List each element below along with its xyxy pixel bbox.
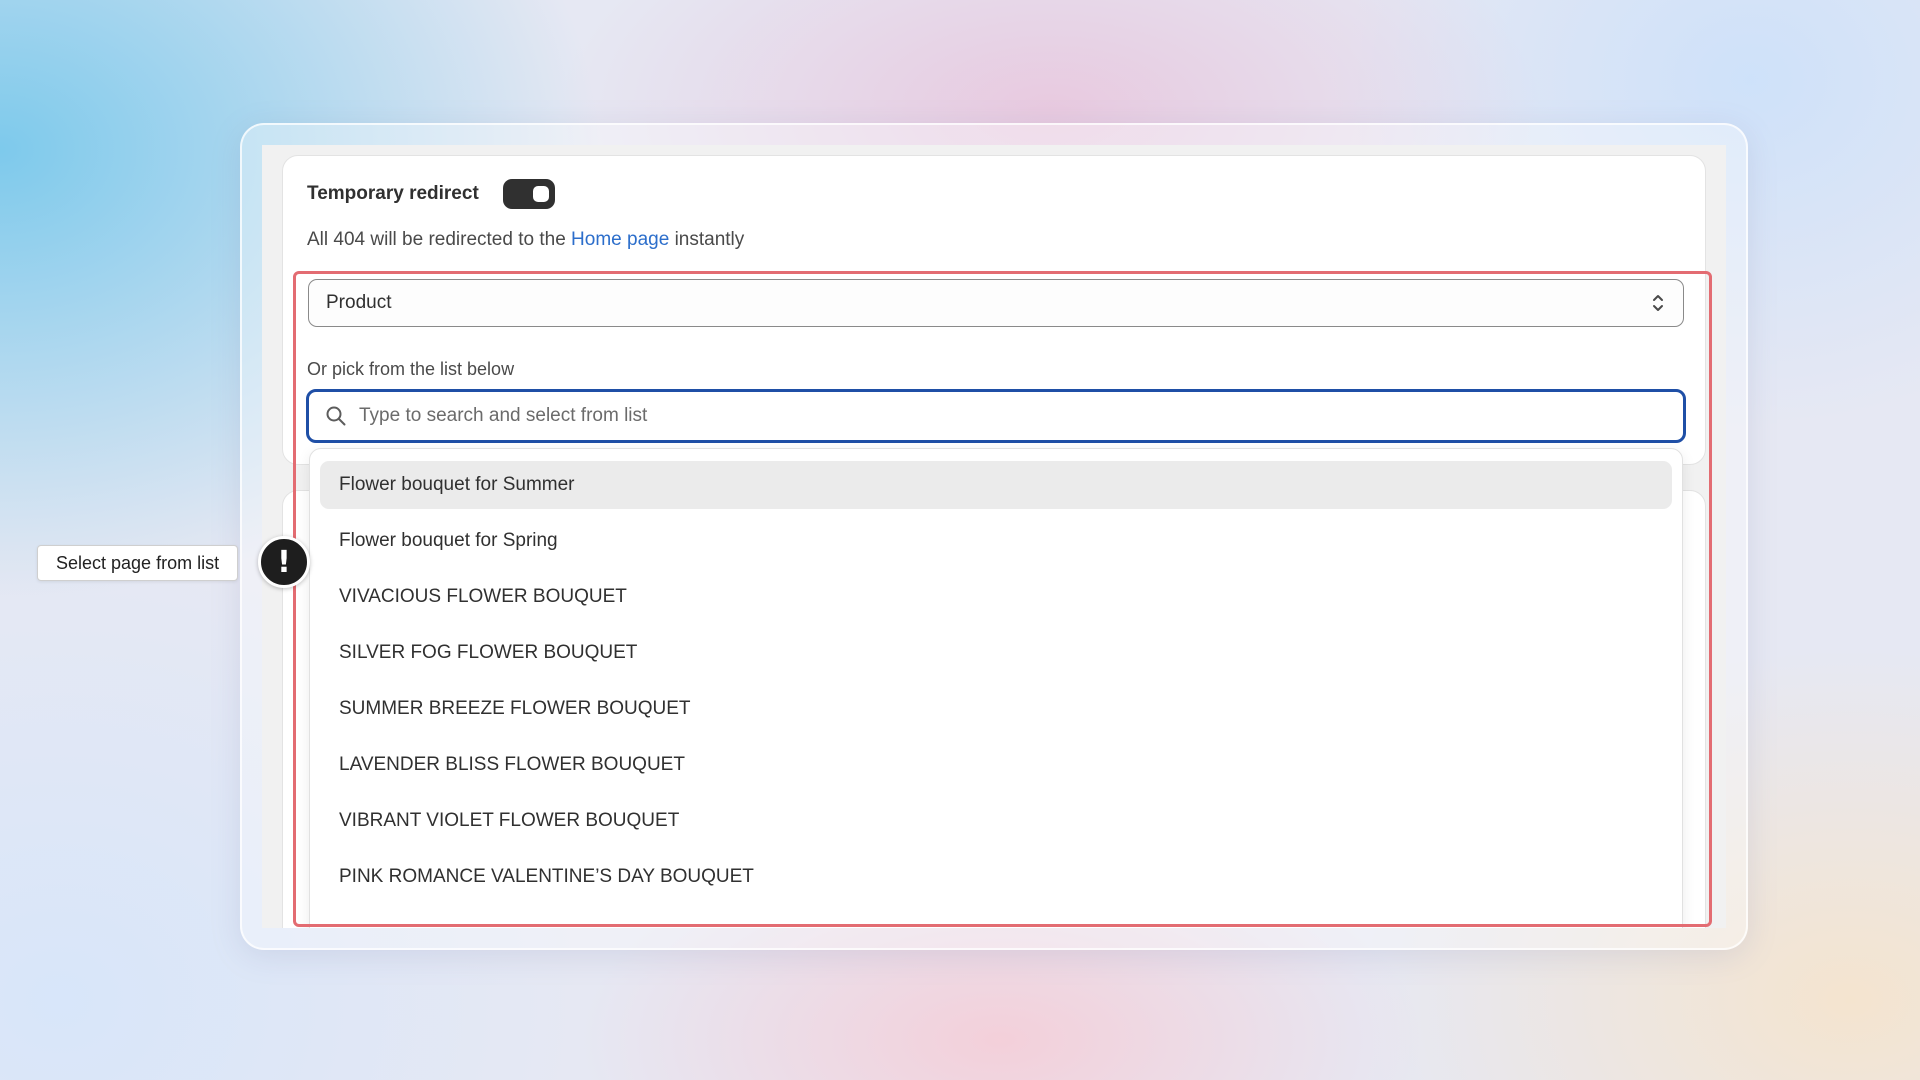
option-item[interactable]: VIBRANT VIOLET FLOWER BOUQUET <box>320 797 1672 845</box>
settings-screen: Temporary redirect All 404 will be redir… <box>262 145 1726 928</box>
exclamation-icon: ! <box>258 536 310 588</box>
option-item[interactable]: Flower bouquet for Summer <box>320 461 1672 509</box>
option-item[interactable]: Flower bouquet for Spring <box>320 517 1672 565</box>
options-dropdown: Flower bouquet for Summer Flower bouquet… <box>309 448 1683 928</box>
option-item[interactable]: SILVER FOG FLOWER BOUQUET <box>320 629 1672 677</box>
search-input[interactable] <box>357 404 1661 428</box>
toggle-knob <box>532 186 549 202</box>
redirect-description: All 404 will be redirected to the Home p… <box>307 229 744 251</box>
annotation-tooltip: Select page from list <box>37 545 239 581</box>
temporary-redirect-toggle[interactable] <box>502 179 555 209</box>
temporary-redirect-title: Temporary redirect <box>307 183 479 204</box>
title-row: Temporary redirect <box>307 179 555 209</box>
option-item[interactable]: PINK ROMANCE VALENTINE’S DAY BOUQUET <box>320 853 1672 901</box>
home-page-link[interactable]: Home page <box>571 229 669 250</box>
option-item[interactable]: SUMMER BREEZE FLOWER BOUQUET <box>320 685 1672 733</box>
page-type-value: Product <box>326 292 392 313</box>
search-icon <box>325 405 347 427</box>
chevron-up-down-icon <box>1653 295 1663 311</box>
description-prefix: All 404 will be redirected to the <box>307 229 566 250</box>
pick-from-list-label: Or pick from the list below <box>307 359 515 379</box>
option-item[interactable]: LAVENDER BLISS FLOWER BOUQUET <box>320 741 1672 789</box>
option-item[interactable]: VIVACIOUS FLOWER BOUQUET <box>320 573 1672 621</box>
page-search-field[interactable] <box>306 389 1686 443</box>
description-suffix: instantly <box>674 229 745 250</box>
page-type-select[interactable]: Product <box>308 279 1684 327</box>
